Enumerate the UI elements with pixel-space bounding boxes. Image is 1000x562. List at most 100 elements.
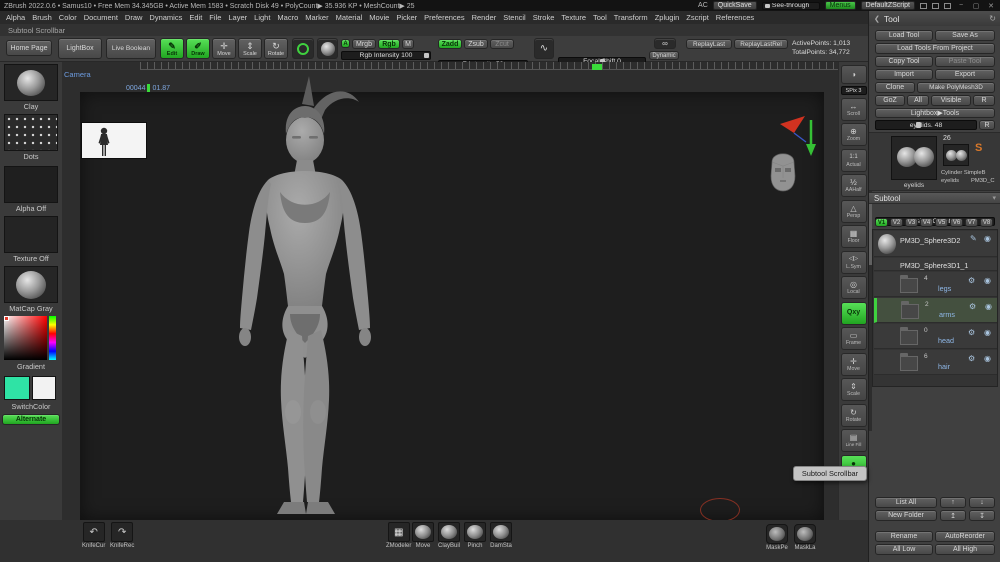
auto-reorder-button[interactable]: AutoReorder	[935, 531, 995, 542]
menu-macro[interactable]: Macro	[277, 13, 298, 22]
lightbox-tools-button[interactable]: Lightbox▶Tools	[875, 108, 995, 118]
home-page-button[interactable]: Home Page	[6, 40, 52, 56]
menu-alpha[interactable]: Alpha	[6, 13, 25, 22]
move-subtool-down-button[interactable]: ↓	[969, 497, 995, 508]
recent-tool-label-1[interactable]: Cylinder SimpleB	[941, 170, 999, 176]
tab-v1[interactable]: V1	[875, 218, 888, 227]
move-canvas-button[interactable]: ✛ Move	[840, 352, 867, 376]
subtool-row-hair[interactable]: 6 hair ⚙ ◉	[874, 350, 997, 375]
pinch-brush[interactable]: Pinch	[464, 522, 486, 549]
load-tools-from-project-button[interactable]: Load Tools From Project	[875, 43, 995, 54]
goz-visible-button[interactable]: Visible	[931, 95, 971, 106]
zoom-button[interactable]: ⊕ Zoom	[840, 123, 867, 146]
dynamic-toggle[interactable]: Dynamic	[649, 51, 679, 60]
menu-preferences[interactable]: Preferences	[424, 13, 464, 22]
menu-brush[interactable]: Brush	[32, 13, 52, 22]
rgb-button[interactable]: Rgb	[378, 39, 400, 49]
goz-all-button[interactable]: All	[907, 95, 929, 106]
mask-pen-brush[interactable]: MaskPe	[766, 524, 788, 551]
current-brush-thumbnail[interactable]	[4, 64, 58, 101]
live-boolean-button[interactable]: Live Boolean	[106, 38, 156, 59]
all-low-button[interactable]: All Low	[875, 544, 933, 555]
all-high-button[interactable]: All High	[935, 544, 995, 555]
maximize-icon[interactable]: ▢	[971, 2, 981, 10]
subtool-row-head[interactable]: 0 head ⚙ ◉	[874, 324, 997, 349]
clone-button[interactable]: Clone	[875, 82, 915, 93]
a-toggle[interactable]: A	[341, 39, 350, 48]
menu-marker[interactable]: Marker	[305, 13, 328, 22]
simple-brush-icon[interactable]: S	[975, 142, 982, 154]
eye-icon[interactable]: ◉	[984, 235, 991, 243]
menu-zscript[interactable]: Zscript	[686, 13, 709, 22]
tool-quicksave-slider[interactable]: eyelids. 48	[875, 120, 977, 130]
timeline-ruler[interactable]	[140, 62, 838, 70]
actual-button[interactable]: 1:1 Actual	[840, 148, 867, 172]
knife-curve-brush[interactable]: ↶ KnifeCur	[82, 522, 105, 549]
gear-icon[interactable]: ⚙	[969, 303, 976, 311]
menu-light[interactable]: Light	[254, 13, 270, 22]
rotate-mode-button[interactable]: ↻ Rotate	[264, 38, 288, 59]
menu-draw[interactable]: Draw	[125, 13, 143, 22]
scroll-button[interactable]: ↔ Scroll	[840, 97, 867, 121]
eye-icon[interactable]: ◉	[984, 329, 991, 337]
section-menu-icon[interactable]: ▾	[992, 194, 996, 202]
eye-icon[interactable]: ◉	[984, 277, 991, 285]
damstandard-brush[interactable]: DamSta	[490, 522, 512, 549]
quicksave-button[interactable]: QuickSave	[712, 1, 757, 10]
subtool-row-sphere3d2[interactable]: PM3D_Sphere3D2 ✎ ◉	[874, 231, 997, 257]
list-all-button[interactable]: List All	[875, 497, 937, 508]
tool-palette-header[interactable]: ❮ Tool ↻	[869, 11, 1000, 26]
persp-button[interactable]: △ Persp	[840, 199, 867, 223]
lightbox-button[interactable]: LightBox	[58, 38, 102, 59]
scale-canvas-button[interactable]: ⇕ Scale	[840, 378, 867, 401]
import-button[interactable]: Import	[875, 69, 933, 80]
main-color-swatch[interactable]	[4, 376, 30, 400]
new-folder-button[interactable]: New Folder	[875, 510, 937, 521]
zadd-button[interactable]: Zadd	[438, 39, 462, 49]
menu-zplugin[interactable]: Zplugin	[655, 13, 680, 22]
tab-v2[interactable]: V2	[890, 218, 903, 227]
bpr-render-button[interactable]: ◑	[840, 64, 867, 84]
color-picker[interactable]	[4, 316, 56, 360]
goz-r-button[interactable]: R	[973, 95, 995, 106]
gear-icon[interactable]: ⚙	[968, 355, 975, 363]
timeline-marker[interactable]	[592, 64, 602, 70]
replay-last-rel-button[interactable]: ReplayLastRel	[734, 39, 788, 49]
eye-icon[interactable]: ◉	[984, 355, 991, 363]
secondary-color-swatch[interactable]	[32, 376, 56, 400]
current-material-thumbnail[interactable]	[4, 266, 58, 303]
zmodeler-brush[interactable]: ▦ ZModeler	[386, 522, 411, 549]
subtool-row-arms[interactable]: 2 arms ⚙ ◉	[874, 298, 997, 323]
saturation-square[interactable]	[4, 316, 47, 360]
menu-file[interactable]: File	[209, 13, 221, 22]
menu-dynamics[interactable]: Dynamics	[149, 13, 182, 22]
floor-button[interactable]: ▦ Floor	[840, 225, 867, 248]
move-into-folder-down-button[interactable]: ↧	[969, 510, 995, 521]
menu-color[interactable]: Color	[59, 13, 77, 22]
tab-v3[interactable]: V3	[905, 218, 918, 227]
material-preview-button[interactable]	[317, 38, 338, 59]
replay-last-button[interactable]: ReplayLast	[686, 39, 732, 49]
move-mode-button[interactable]: ✛ Move	[212, 38, 236, 59]
panels-icon[interactable]	[932, 2, 939, 9]
docs-icon[interactable]	[944, 2, 951, 9]
mrgb-button[interactable]: Mrgb	[352, 39, 376, 49]
paste-tool-button[interactable]: Paste Tool	[935, 56, 995, 67]
subtool-section-header[interactable]: Subtool ▾	[869, 192, 1000, 204]
local-button[interactable]: ◎ Local	[840, 276, 867, 299]
make-polymesh3d-button[interactable]: Make PolyMesh3D	[917, 82, 995, 93]
default-zscript-button[interactable]: DefaultZScript	[860, 1, 915, 10]
recent-tool-label-2[interactable]: eyelids	[941, 178, 971, 184]
dual-dot-icon[interactable]: ∞	[654, 38, 676, 49]
move-into-folder-up-button[interactable]: ↥	[940, 510, 966, 521]
current-alpha-thumbnail[interactable]	[4, 166, 58, 203]
claybuildup-brush[interactable]: ClayBuil	[438, 522, 460, 549]
stroke-type-icon[interactable]: ∿	[534, 38, 554, 59]
aahalf-button[interactable]: ½ AAHalf	[840, 174, 867, 197]
move-subtool-up-button[interactable]: ↑	[940, 497, 966, 508]
qxy-button[interactable]: Qxy	[840, 301, 867, 325]
menu-edit[interactable]: Edit	[189, 13, 202, 22]
menu-tool[interactable]: Tool	[593, 13, 607, 22]
scale-mode-button[interactable]: ⇕ Scale	[238, 38, 262, 59]
subtool-row-sphere3d1[interactable]: PM3D_Sphere3D1_1	[874, 258, 997, 271]
